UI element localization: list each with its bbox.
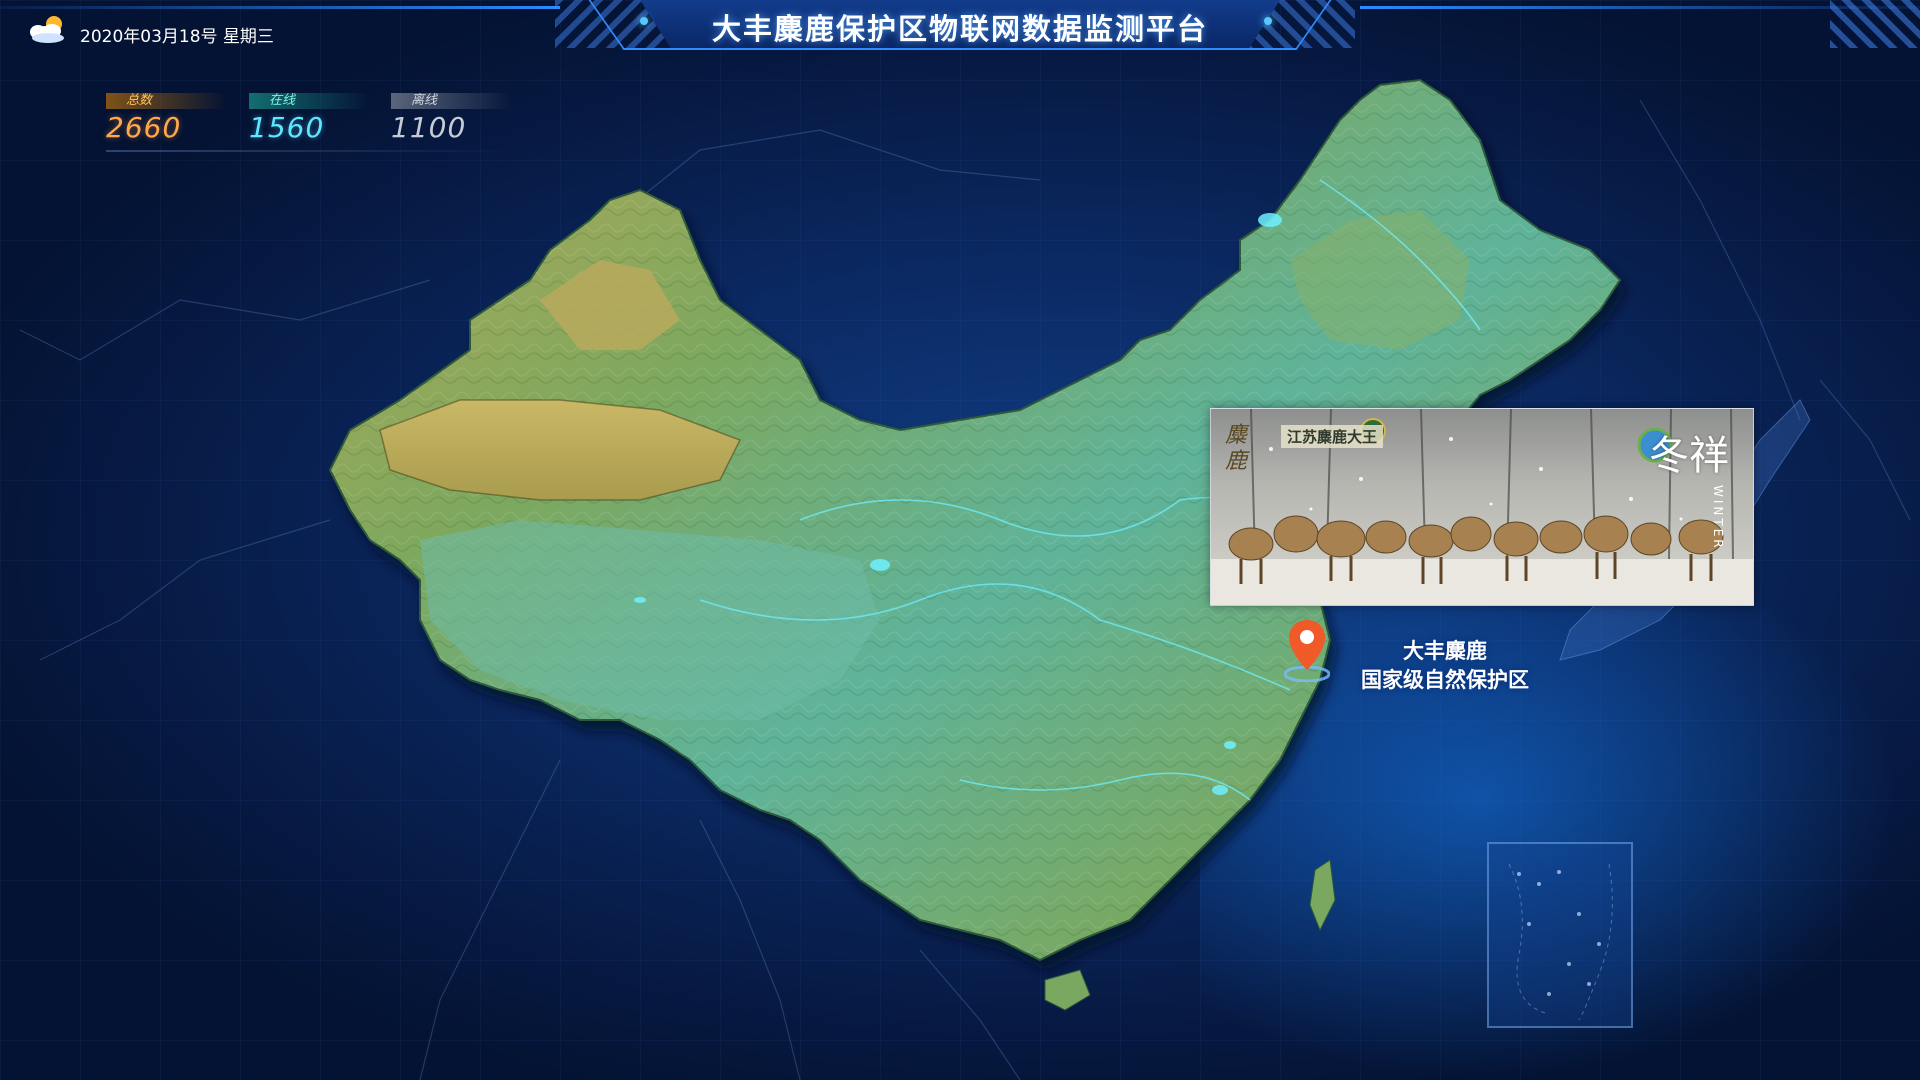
stat-total-value: 2660 bbox=[106, 111, 182, 144]
stat-total: 总数 2660 bbox=[106, 93, 236, 145]
location-label: 大丰麋鹿 国家级自然保护区 bbox=[1340, 637, 1550, 695]
hainan-island bbox=[1044, 969, 1091, 1011]
location-pin-icon[interactable] bbox=[1284, 616, 1330, 682]
date-value: 2020年03月18号 bbox=[80, 27, 218, 47]
taiwan-island bbox=[1309, 859, 1336, 932]
photo-logo-text: 江苏麋鹿大王 bbox=[1281, 425, 1384, 448]
stat-offline-label: 离线 bbox=[391, 93, 511, 109]
page-title: 大丰麋鹿保护区物联网数据监测平台 bbox=[711, 12, 1208, 46]
top-bar: 大丰麋鹿保护区物联网数据监测平台 bbox=[0, 0, 1920, 52]
weekday-value: 星期三 bbox=[222, 27, 274, 47]
inset-islands bbox=[1508, 863, 1613, 1020]
stat-online: 在线 1560 bbox=[249, 93, 379, 145]
deer-photo-card[interactable]: 麋鹿 江苏麋鹿大王 冬祥 WINTER bbox=[1210, 408, 1754, 606]
location-line1: 大丰麋鹿 bbox=[1403, 639, 1487, 663]
stats-underline bbox=[106, 150, 516, 152]
location-line2: 国家级自然保护区 bbox=[1361, 668, 1529, 692]
stat-online-label: 在线 bbox=[249, 93, 369, 109]
photo-calligraphy: 冬祥 bbox=[1649, 433, 1729, 479]
cloud-sun-icon bbox=[30, 16, 64, 43]
stat-offline: 离线 1100 bbox=[391, 93, 521, 145]
header-line-left bbox=[0, 6, 560, 9]
date-display: 2020年03月18号 星期三 bbox=[80, 22, 274, 47]
south-china-sea-inset bbox=[1487, 842, 1633, 1028]
stat-online-value: 1560 bbox=[249, 111, 325, 144]
stat-offline-value: 1100 bbox=[391, 111, 467, 144]
stat-total-label: 总数 bbox=[106, 93, 226, 109]
header-stripes-far-right bbox=[1830, 0, 1920, 48]
photo-side-text: 麋鹿 bbox=[1225, 423, 1248, 474]
photo-vertical-text: WINTER bbox=[1711, 485, 1725, 551]
